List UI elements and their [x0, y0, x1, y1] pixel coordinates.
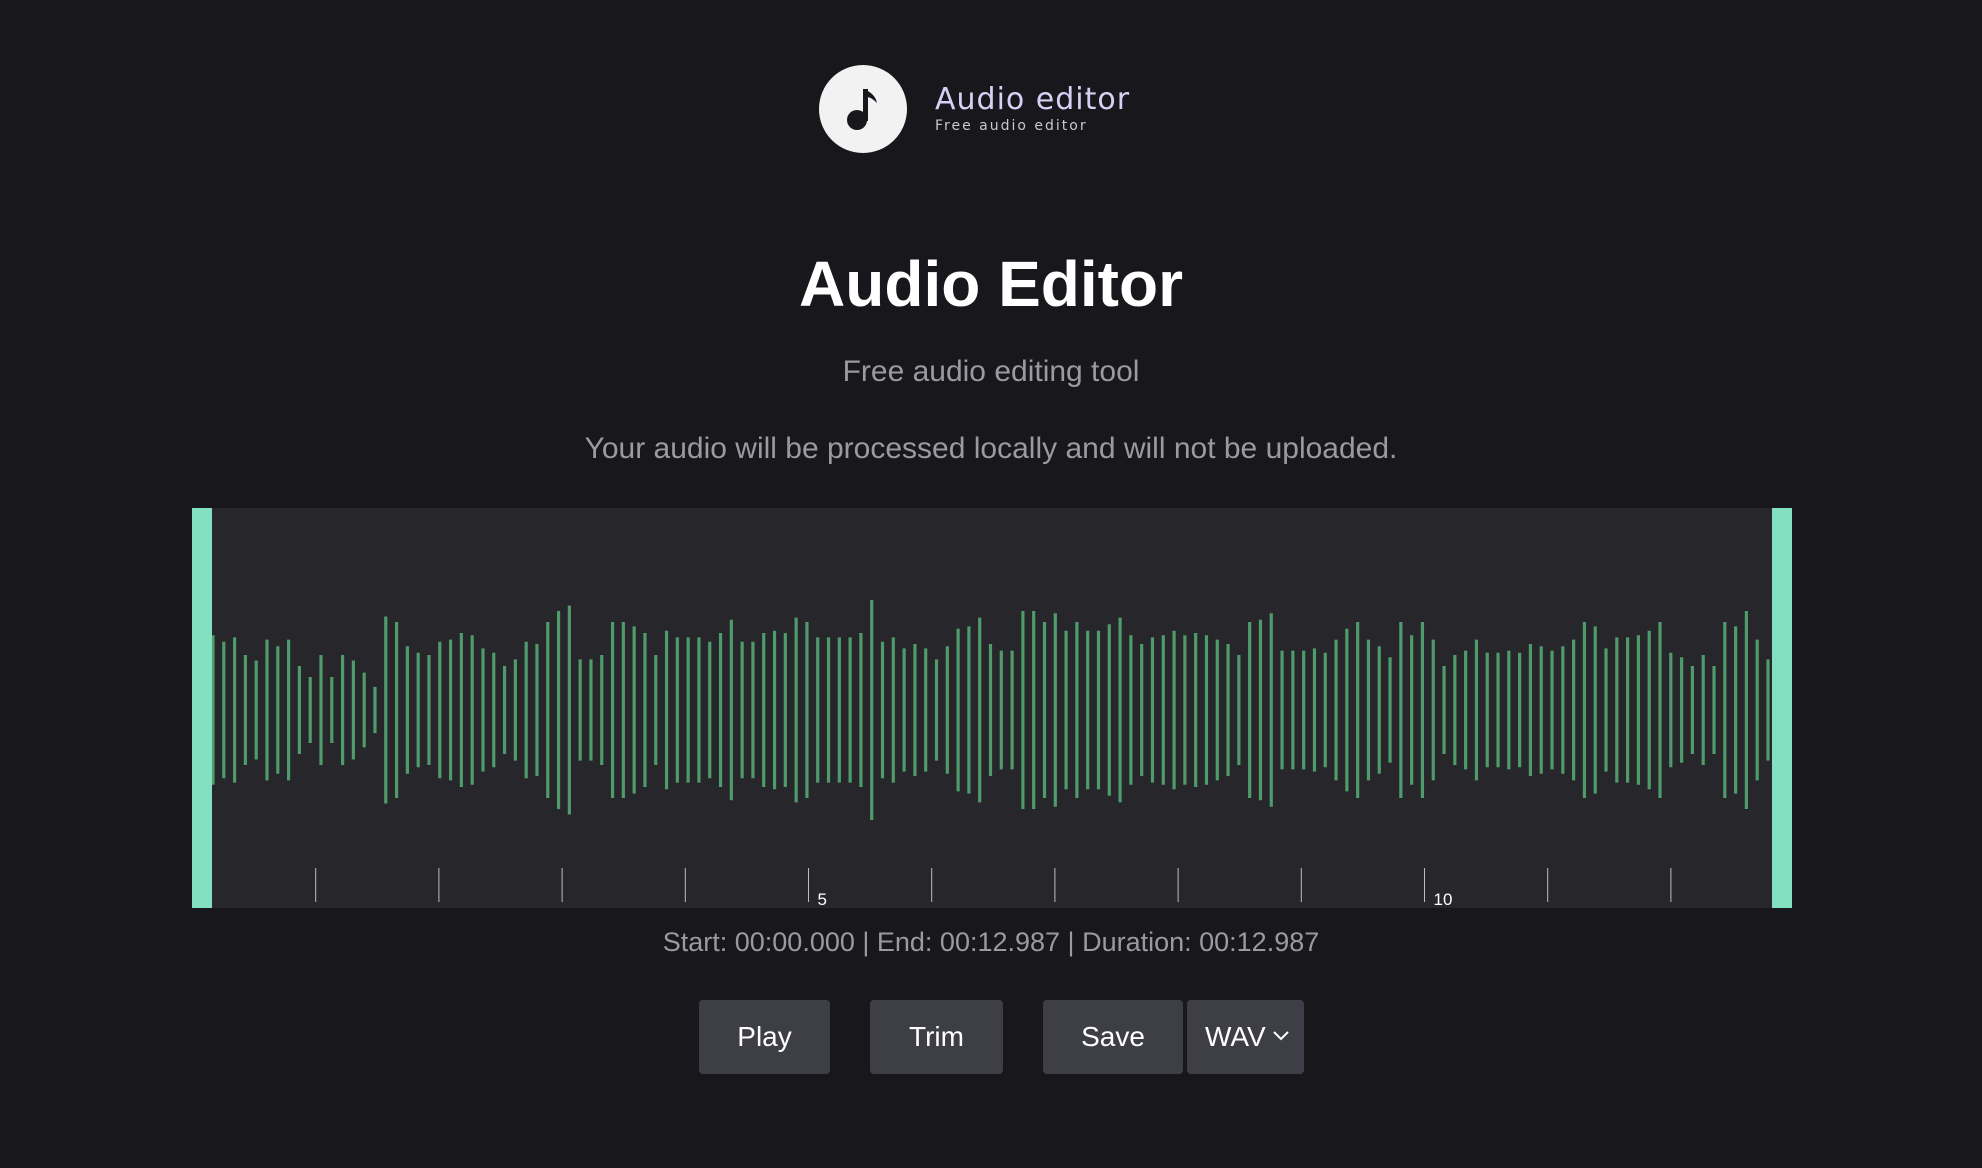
trim-button[interactable]: Trim — [870, 1000, 1003, 1074]
save-button[interactable]: Save — [1043, 1000, 1183, 1074]
format-select[interactable]: WAV — [1187, 1000, 1304, 1074]
selection-info: Start: 00:00.000 | End: 00:12.987 | Dura… — [662, 927, 1320, 957]
privacy-notice: Your audio will be processed locally and… — [584, 432, 1398, 465]
logo-subtitle: Free audio editor — [935, 118, 1088, 134]
trim-start-handle[interactable] — [192, 508, 212, 908]
logo-title: Audio editor — [935, 82, 1131, 117]
controls-bar: Play Trim Save WAV — [0, 1000, 1982, 1074]
trim-end-handle[interactable] — [1772, 508, 1792, 908]
play-button[interactable]: Play — [699, 1000, 830, 1074]
chevron-down-icon — [1273, 1031, 1289, 1041]
waveform-display[interactable]: 0510 — [192, 508, 1792, 908]
timeline-label: 10 — [1434, 890, 1453, 908]
music-note-icon — [819, 65, 907, 153]
timeline-label: 5 — [818, 890, 827, 908]
app-logo: Audio editor Free audio editor — [819, 65, 1130, 153]
page-subtitle: Free audio editing tool — [842, 355, 1140, 388]
page-title: Audio Editor — [799, 248, 1183, 320]
waveform-canvas[interactable]: 0510 — [192, 508, 1792, 908]
format-value: WAV — [1205, 1021, 1266, 1052]
